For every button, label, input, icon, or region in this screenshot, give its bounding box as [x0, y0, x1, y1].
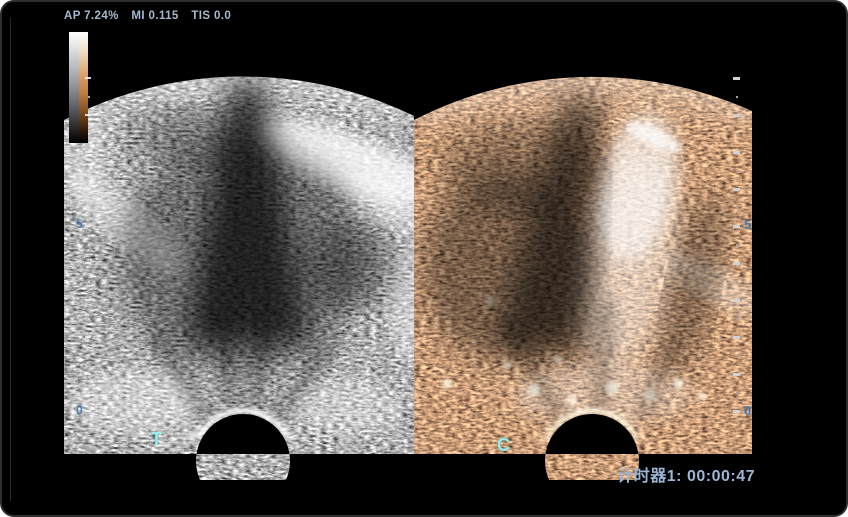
depth-tick-minor [736, 133, 739, 136]
depth-tick-minor [736, 318, 739, 321]
depth-tick-major [85, 262, 91, 264]
depth-tick-minor [736, 170, 739, 173]
tissue-image-marker: T [151, 429, 162, 450]
depth-tick-major [733, 262, 740, 265]
left-depth-label-5: 5 [76, 217, 83, 231]
contrast-image-marker: C [497, 435, 510, 456]
depth-tick-minor [88, 207, 90, 209]
depth-tick-minor [88, 170, 90, 172]
ultrasound-display: AP 7.24% MI 0.115 TIS 0.0 5 0 5 0 T C 计时… [0, 0, 848, 517]
depth-tick-minor [88, 318, 90, 320]
depth-tick-major [85, 188, 91, 190]
right-depth-label-5: 5 [744, 217, 751, 232]
depth-tick-major [733, 336, 740, 339]
depth-tick-major [733, 114, 740, 117]
acoustic-power-value: AP 7.24% [64, 10, 119, 22]
depth-tick-minor [88, 244, 90, 246]
right-depth-scale: 5 0 [733, 73, 759, 421]
left-depth-label-0: 0 [76, 403, 83, 417]
depth-tick-major [733, 225, 740, 228]
depth-tick-minor [88, 392, 90, 394]
depth-tick-minor [88, 281, 90, 283]
depth-tick-minor [736, 207, 739, 210]
depth-tick-major [733, 151, 740, 154]
depth-tick-minor [88, 355, 90, 357]
depth-tick-major [85, 77, 91, 79]
timer-value: 00:00:47 [687, 468, 755, 485]
depth-tick-minor [736, 392, 739, 395]
depth-tick-major [733, 373, 740, 376]
depth-tick-minor [88, 96, 90, 98]
thermal-index-value: TIS 0.0 [191, 10, 231, 22]
depth-tick-major [733, 188, 740, 191]
mechanical-index-value: MI 0.115 [131, 10, 178, 22]
depth-tick-major [85, 114, 91, 116]
image-canvas [2, 2, 848, 517]
depth-tick-major [85, 373, 91, 375]
depth-tick-major [733, 410, 740, 413]
timer-label: 计时器1: [617, 468, 682, 485]
depth-tick-major [85, 410, 91, 412]
depth-tick-major [733, 77, 740, 80]
contrast-timer: 计时器1: 00:00:47 [617, 462, 755, 486]
depth-tick-minor [736, 355, 739, 358]
bmode-image[interactable] [55, 60, 467, 460]
acoustic-output-status: AP 7.24% MI 0.115 TIS 0.0 [64, 10, 240, 22]
left-depth-scale: 5 0 [76, 73, 102, 421]
depth-tick-minor [736, 96, 739, 99]
right-depth-label-0: 0 [744, 403, 751, 418]
depth-tick-major [733, 299, 740, 302]
depth-tick-minor [736, 244, 739, 247]
contrast-image[interactable] [412, 60, 771, 460]
depth-tick-minor [736, 281, 739, 284]
depth-tick-major [85, 336, 91, 338]
depth-tick-major [85, 299, 91, 301]
depth-tick-major [85, 225, 91, 227]
depth-tick-minor [88, 133, 90, 135]
depth-tick-major [85, 151, 91, 153]
